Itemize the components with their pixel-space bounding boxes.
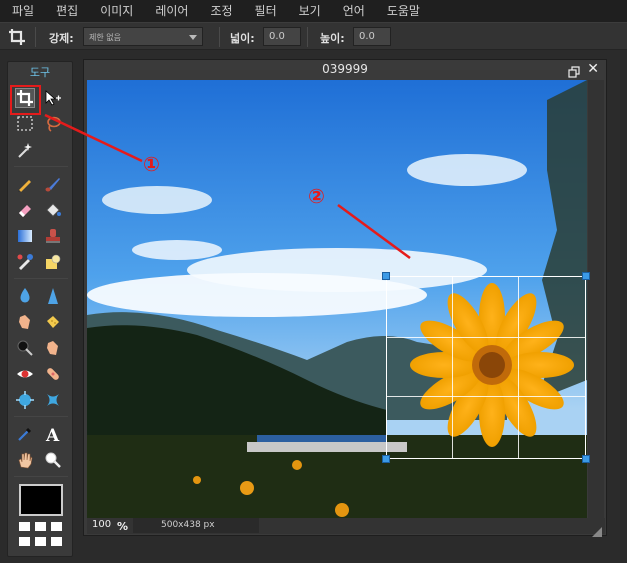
app-window: 파일 편집 이미지 레이어 조정 필터 보기 언어 도움말 강제: 제한 없음 …	[0, 0, 627, 563]
annotation-arrows	[44, 113, 411, 260]
annotation-marker-2: ②	[308, 184, 325, 208]
annotation-marker-1: ①	[143, 152, 160, 176]
